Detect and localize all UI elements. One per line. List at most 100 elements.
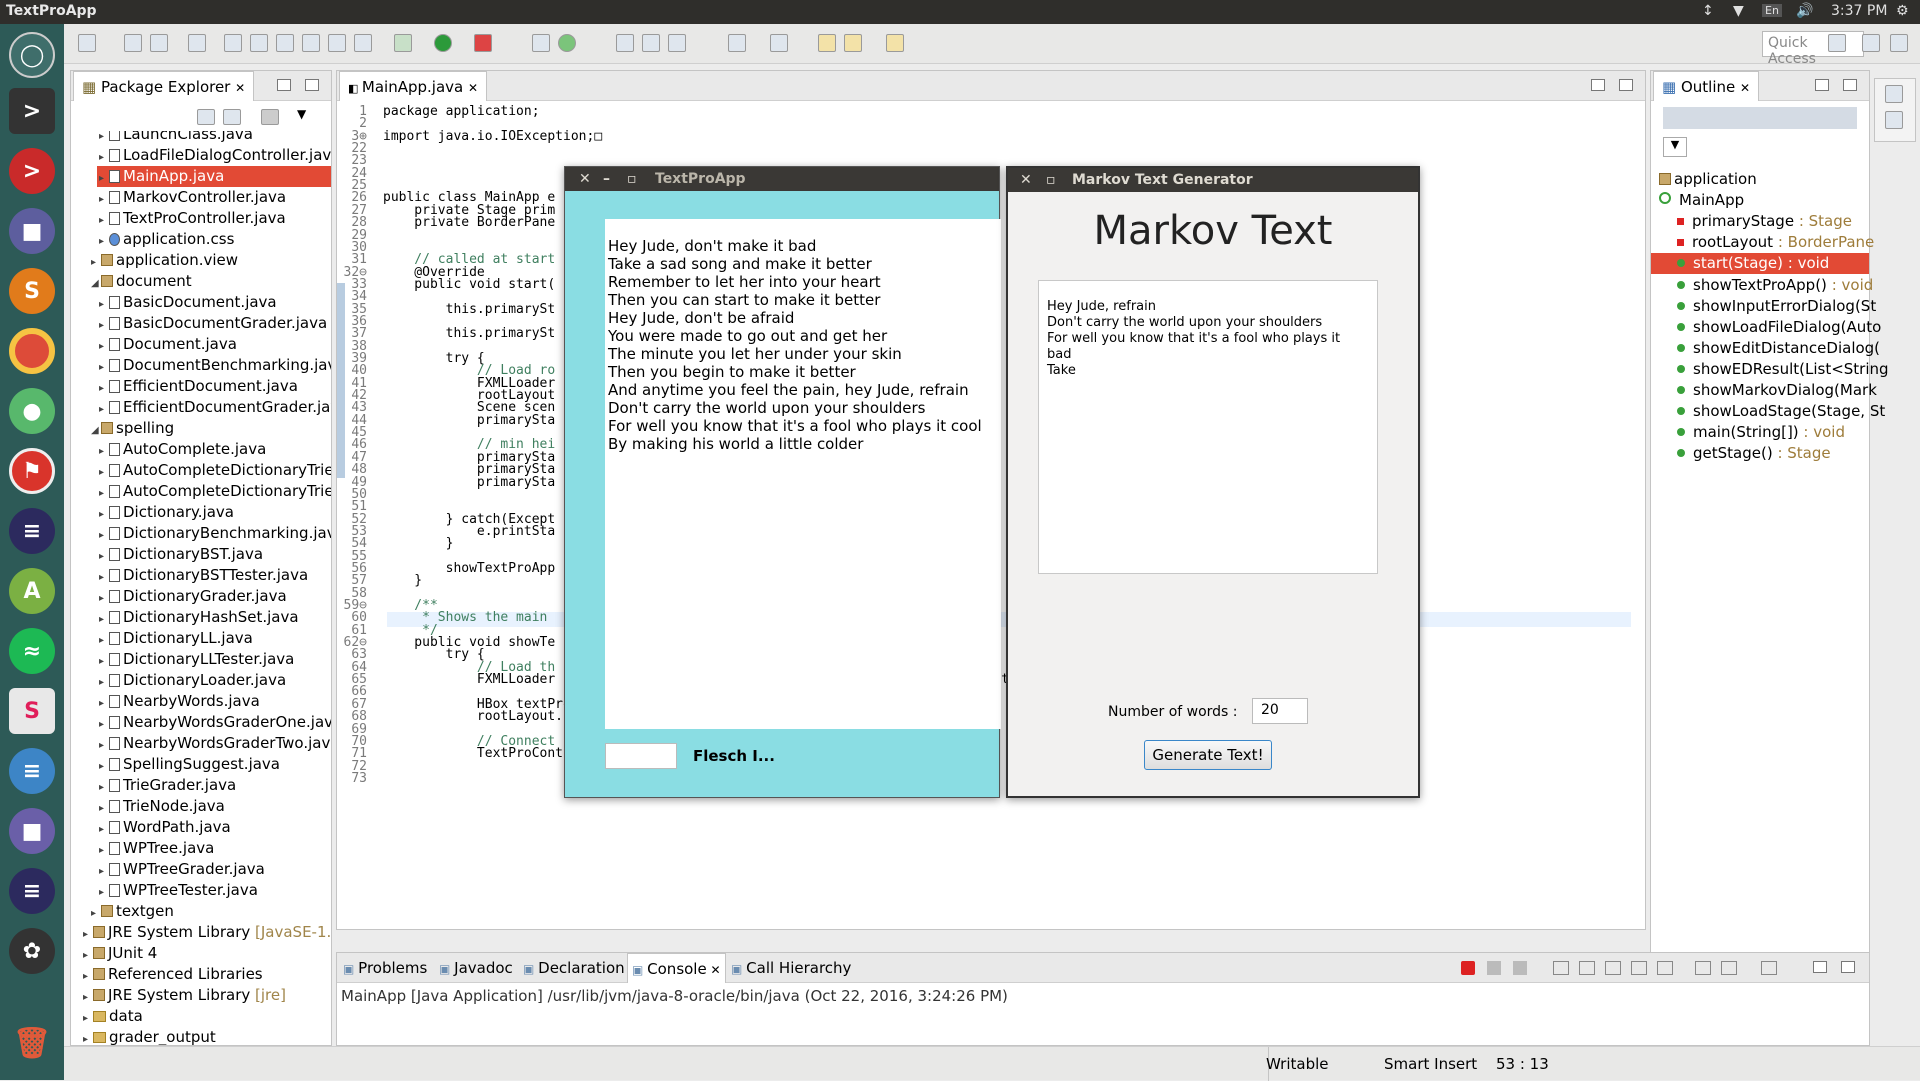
terminal-icon[interactable]: >: [9, 88, 55, 134]
files-icon[interactable]: ■: [9, 208, 55, 254]
tree-item[interactable]: ▸ DocumentBenchmarking.java: [97, 355, 331, 376]
tree-item[interactable]: ▸ DictionaryGrader.java: [97, 586, 331, 607]
tab-package-explorer[interactable]: ▦ Package Explorer ✕: [73, 71, 255, 101]
maximize-button[interactable]: [305, 79, 319, 91]
expand-arrow-icon[interactable]: ▸: [99, 483, 109, 504]
pen-icon[interactable]: [250, 34, 268, 52]
flesch-score-field[interactable]: [605, 743, 677, 769]
expand-arrow-icon[interactable]: ◢: [91, 273, 101, 294]
tree-item[interactable]: ▸ Document.java: [97, 334, 331, 355]
quick-access-input[interactable]: Quick Access: [1762, 31, 1864, 67]
wifi-icon[interactable]: ▼: [1733, 3, 1744, 19]
console-maximize-button[interactable]: [1841, 961, 1855, 973]
expand-arrow-icon[interactable]: ▸: [99, 588, 109, 609]
expand-arrow-icon[interactable]: ▸: [91, 903, 101, 924]
scroll-lock-icon[interactable]: [1579, 961, 1595, 975]
markov-output-area[interactable]: Hey Jude, refrain Don't carry the world u…: [1038, 280, 1378, 574]
tab-outline[interactable]: ▦ Outline ✕: [1653, 71, 1760, 101]
expand-arrow-icon[interactable]: ▸: [99, 357, 109, 378]
back2-icon[interactable]: [844, 34, 862, 52]
tree-item[interactable]: ▸ EfficientDocument.java: [97, 376, 331, 397]
bookmark-icon[interactable]: ⚑: [9, 448, 55, 494]
tree-item[interactable]: ▸ BasicDocumentGrader.java: [97, 313, 331, 334]
tree-item[interactable]: ◢ spelling: [89, 418, 331, 439]
tree-item[interactable]: ▸ WordPath.java: [97, 817, 331, 838]
tree-item[interactable]: ▸ grader_output: [81, 1027, 331, 1045]
clock[interactable]: 3:37 PM: [1831, 3, 1887, 19]
expand-arrow-icon[interactable]: ▸: [99, 609, 109, 630]
outline-item[interactable]: rootLayout : BorderPane: [1651, 232, 1874, 253]
settings-icon[interactable]: ✿: [9, 928, 55, 974]
new-class-icon[interactable]: [558, 34, 576, 52]
slack-icon[interactable]: S: [9, 688, 55, 734]
editor-maximize-button[interactable]: [1619, 79, 1633, 91]
tree-item[interactable]: ▸ TrieGrader.java: [97, 775, 331, 796]
toggle-mark-icon[interactable]: [302, 34, 320, 52]
word-wrap-icon[interactable]: [1605, 961, 1621, 975]
next-annotation-icon[interactable]: [728, 34, 746, 52]
expand-arrow-icon[interactable]: ▸: [99, 336, 109, 357]
clear-console-icon[interactable]: [1553, 961, 1569, 975]
expand-arrow-icon[interactable]: ▸: [99, 651, 109, 672]
expand-arrow-icon[interactable]: ▸: [99, 189, 109, 210]
expand-arrow-icon[interactable]: ▸: [99, 210, 109, 231]
ubuntu-icon[interactable]: ◯: [9, 32, 55, 78]
open-console-icon[interactable]: [1761, 961, 1777, 975]
expand-arrow-icon[interactable]: ▸: [99, 882, 109, 903]
new-icon[interactable]: [78, 34, 96, 52]
restore-icon[interactable]: [1885, 85, 1903, 103]
expand-arrow-icon[interactable]: ▸: [83, 1029, 93, 1045]
tree-item[interactable]: ▸ JUnit 4: [81, 943, 331, 964]
outline-maximize-button[interactable]: [1843, 79, 1857, 91]
tree-item[interactable]: ▸ NearbyWordsGraderOne.java: [97, 712, 331, 733]
tree-item[interactable]: ▸ data: [81, 1006, 331, 1027]
tree-item[interactable]: ▸ WPTree.java: [97, 838, 331, 859]
tree-item[interactable]: ▸ MarkovController.java: [97, 187, 331, 208]
external-tools-icon[interactable]: [474, 34, 492, 52]
tree-item[interactable]: ▸ application.view: [89, 250, 331, 271]
tree-item[interactable]: ▸ LoadFileDialogController.java: [97, 145, 331, 166]
expand-arrow-icon[interactable]: ▸: [99, 735, 109, 756]
minimize-button[interactable]: [277, 79, 291, 91]
outline-item[interactable]: showEditDistanceDialog(: [1651, 338, 1880, 359]
outline-item[interactable]: getStage() : Stage: [1651, 443, 1869, 464]
outline-item[interactable]: showMarkovDialog(Mark: [1651, 380, 1877, 401]
outline-item[interactable]: showTextProApp() : void: [1651, 275, 1873, 296]
expand-arrow-icon[interactable]: ▸: [83, 945, 93, 966]
expand-arrow-icon[interactable]: ▸: [99, 567, 109, 588]
tab-javadoc[interactable]: ▣ Javadoc: [435, 953, 517, 983]
display-console-icon[interactable]: [1721, 961, 1737, 975]
outline-menu-icon[interactable]: ▼: [1663, 137, 1687, 157]
outline-item[interactable]: showLoadFileDialog(Auto: [1651, 317, 1881, 338]
expand-arrow-icon[interactable]: ▸: [99, 630, 109, 651]
terminal-red-icon[interactable]: >: [9, 148, 55, 194]
outline-item[interactable]: main(String[]) : void: [1651, 422, 1869, 443]
tree-item[interactable]: ▸ application.css: [97, 229, 331, 250]
tree-item[interactable]: ▸ WPTreeGrader.java: [97, 859, 331, 880]
tree-item[interactable]: ▸ DictionaryLLTester.java: [97, 649, 331, 670]
toggle-icon[interactable]: ●: [9, 388, 55, 434]
pin-console-icon[interactable]: [1695, 961, 1711, 975]
tab-console[interactable]: ▣ Console ✕: [627, 953, 726, 983]
outline-minimize-button[interactable]: [1815, 79, 1829, 91]
whitespace-icon[interactable]: [354, 34, 372, 52]
edit-icon[interactable]: [276, 34, 294, 52]
tab-problems[interactable]: ▣ Problems: [339, 953, 431, 983]
language-indicator[interactable]: En: [1762, 4, 1782, 17]
open-folder-icon[interactable]: [642, 34, 660, 52]
show-on-error-icon[interactable]: [1657, 961, 1673, 975]
java-perspective-icon[interactable]: [1862, 34, 1880, 52]
outline-item[interactable]: application: [1651, 169, 1869, 190]
expand-arrow-icon[interactable]: ▸: [99, 462, 109, 483]
spotify-icon[interactable]: ≈: [9, 628, 55, 674]
tree-item[interactable]: ▸ AutoCompleteDictionaryTrieTester.java: [97, 481, 331, 502]
remove-launch-icon[interactable]: [1487, 961, 1501, 975]
collapse-all-icon[interactable]: [197, 109, 215, 125]
tree-item[interactable]: ▸ DictionaryBenchmarking.java: [97, 523, 331, 544]
expand-arrow-icon[interactable]: ▸: [99, 441, 109, 462]
expand-arrow-icon[interactable]: ▸: [99, 714, 109, 735]
tree-item[interactable]: ▸ DictionaryHashSet.java: [97, 607, 331, 628]
expand-arrow-icon[interactable]: ▸: [99, 840, 109, 861]
expand-arrow-icon[interactable]: ▸: [99, 798, 109, 819]
save-icon[interactable]: [124, 34, 142, 52]
